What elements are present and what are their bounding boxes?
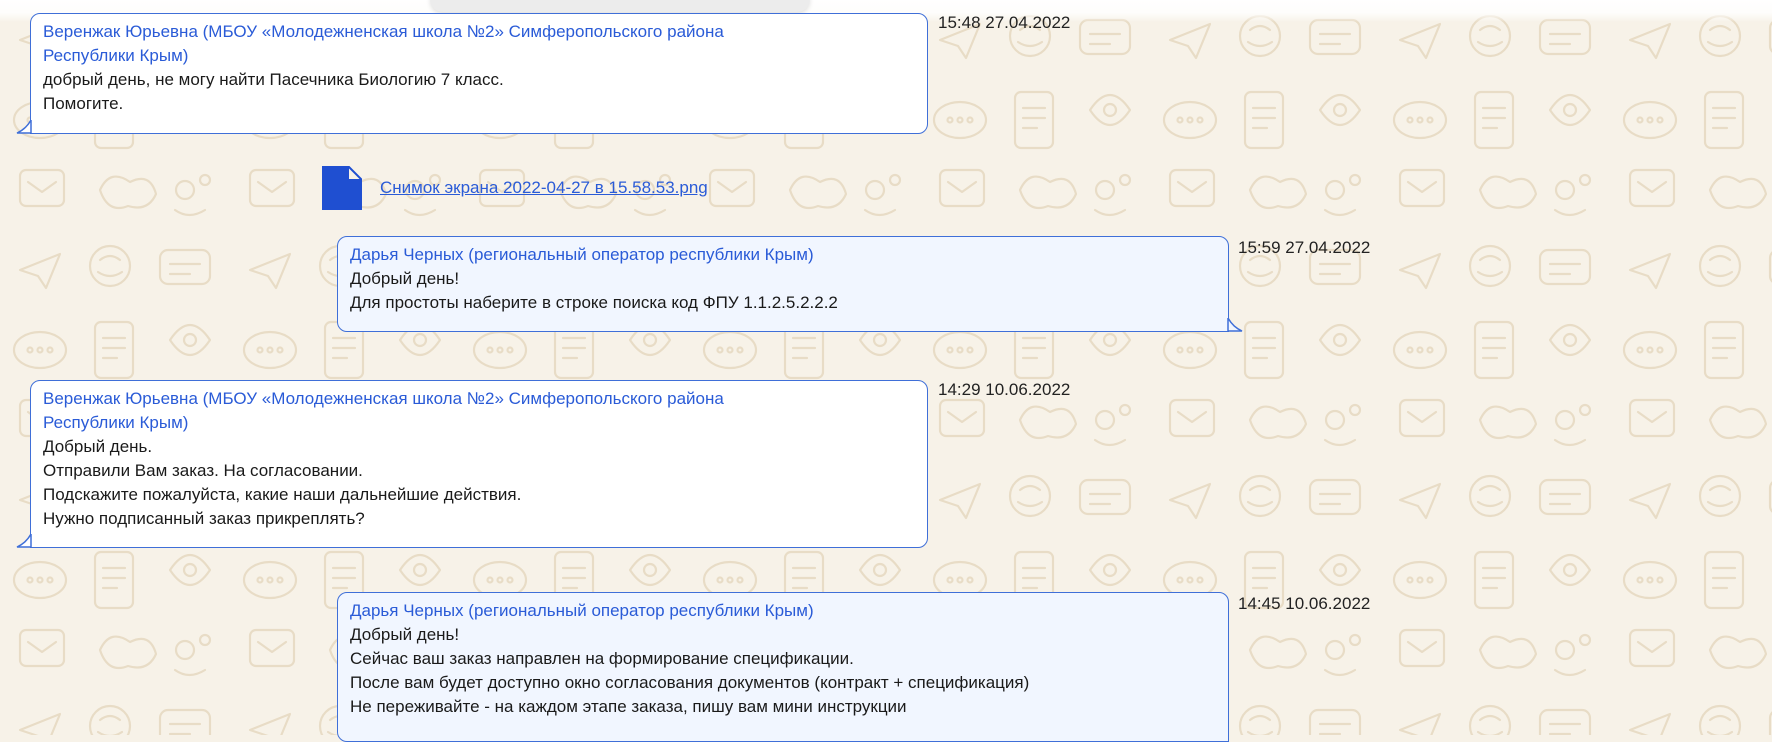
message-outgoing: Дарья Черных (региональный оператор респ… [337, 592, 1229, 742]
message-text-line: Для простоты наберите в строке поиска ко… [350, 293, 838, 312]
file-icon [322, 166, 362, 210]
message-text-line: Добрый день. [43, 437, 153, 456]
message-author: Дарья Черных (региональный оператор респ… [350, 601, 814, 620]
file-attachment[interactable]: Снимок экрана 2022-04-27 в 15.58.53.png [322, 166, 708, 210]
attachment-link[interactable]: Снимок экрана 2022-04-27 в 15.58.53.png [380, 178, 708, 198]
message-author: Дарья Черных (региональный оператор респ… [350, 245, 814, 264]
message-text-line: Подскажите пожалуйста, какие наши дальне… [43, 485, 522, 504]
message-text-line: После вам будет доступно окно согласован… [350, 673, 1030, 692]
bubble-tail [16, 120, 32, 134]
bubble-tail [16, 534, 32, 548]
message-text-line: добрый день, не могу найти Пасечника Био… [43, 70, 504, 89]
message-author: Веренжак Юрьевна (МБОУ «Молодежненская ш… [43, 389, 724, 432]
message-text-line: Добрый день! [350, 625, 460, 644]
message-text-line: Сейчас ваш заказ направлен на формирован… [350, 649, 854, 668]
message-incoming: Веренжак Юрьевна (МБОУ «Молодежненская ш… [30, 380, 928, 548]
message-timestamp: 14:45 10.06.2022 [1238, 594, 1371, 613]
top-floating-bar [430, 0, 810, 12]
message-timestamp: 15:59 27.04.2022 [1238, 238, 1371, 257]
message-text-line: Помогите. [43, 94, 124, 113]
message-timestamp: 14:29 10.06.2022 [938, 380, 1071, 399]
message-text-line: Отправили Вам заказ. На согласовании. [43, 461, 363, 480]
message-text-line: Нужно подписанный заказ прикреплять? [43, 509, 365, 528]
message-text-line: Не переживайте - на каждом этапе заказа,… [350, 697, 907, 716]
message-timestamp: 15:48 27.04.2022 [938, 13, 1071, 32]
message-outgoing: Дарья Черных (региональный оператор респ… [337, 236, 1229, 332]
message-incoming: Веренжак Юрьевна (МБОУ «Молодежненская ш… [30, 13, 928, 134]
bubble-tail [1227, 318, 1243, 332]
message-text-line: Добрый день! [350, 269, 460, 288]
message-author: Веренжак Юрьевна (МБОУ «Молодежненская ш… [43, 22, 724, 65]
